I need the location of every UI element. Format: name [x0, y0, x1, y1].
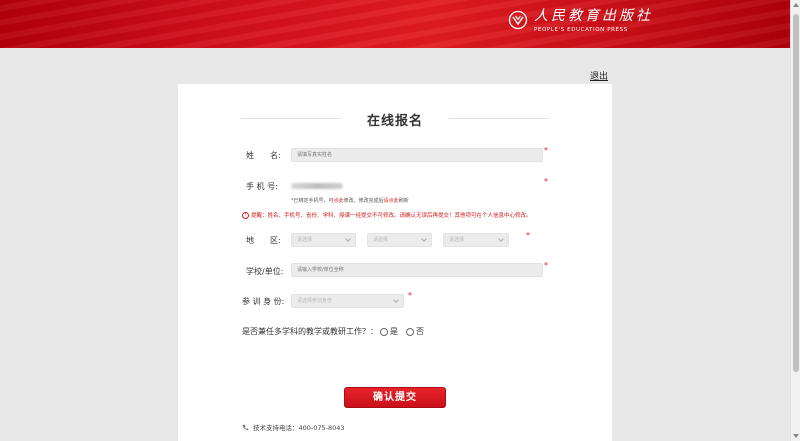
chevron-down-icon — [421, 236, 427, 242]
brand-name-cn: 人民教育出版社 — [534, 8, 653, 24]
radio-no-label: 否 — [416, 327, 424, 336]
chevron-down-icon — [498, 236, 504, 242]
press-logo-icon — [508, 10, 528, 30]
brand: 人民教育出版社 PEOPLE'S EDUCATION PRESS — [508, 8, 653, 40]
school-required-mark: * — [544, 261, 548, 270]
support-text: 技术支持电话：400-075-8043 — [253, 424, 345, 432]
chevron-down-icon — [393, 297, 399, 303]
radio-no[interactable] — [406, 328, 414, 336]
region-label: 地 区: — [246, 236, 281, 245]
multi-subject-question: 是否兼任多学科的教学或教研工作？： — [242, 327, 378, 336]
phone-value-masked — [291, 183, 343, 189]
logout-link[interactable]: 退出 — [590, 69, 608, 82]
scroll-down-arrow-icon[interactable] — [793, 434, 799, 438]
school-label: 学校/单位: — [246, 267, 284, 276]
refresh-link[interactable]: 请点此 — [384, 198, 399, 204]
scroll-up-arrow-icon[interactable] — [793, 3, 799, 7]
identity-label: 参 训 身 份: — [242, 297, 285, 306]
vertical-scrollbar[interactable] — [790, 0, 800, 441]
name-required-mark: * — [544, 146, 548, 155]
school-input[interactable] — [291, 263, 543, 277]
warning-notice: ! 提醒：姓名、手机号、省份、学科、授课一经提交不可修改。请确认无误后再提交！其他… — [242, 212, 548, 220]
region-required-mark: * — [526, 231, 530, 240]
submit-button[interactable]: 确认提交 — [344, 387, 446, 408]
title-row: 在线报名 — [241, 110, 549, 129]
header-banner: 人民教育出版社 PEOPLE'S EDUCATION PRESS — [0, 0, 790, 48]
warning-text: 提醒：姓名、手机号、省份、学科、授课一经提交不可修改。请确认无误后再提交！其他项… — [251, 213, 532, 219]
district-select[interactable]: 请选择 — [443, 233, 509, 247]
name-input[interactable] — [291, 148, 543, 162]
identity-select[interactable]: 请选择参训身份 — [291, 294, 404, 308]
phone-hint: *已绑定手机号，可点此修改。修改完成后请点此刷新 — [291, 198, 409, 204]
province-select[interactable]: 请选择 — [291, 233, 356, 247]
support-info: 技术支持电话：400-075-8043 — [242, 422, 345, 432]
edit-phone-link[interactable]: 点此 — [334, 198, 344, 204]
radio-yes[interactable] — [380, 328, 388, 336]
city-select[interactable]: 请选择 — [367, 233, 432, 247]
phone-required-mark: * — [544, 177, 548, 186]
scroll-thumb[interactable] — [793, 14, 799, 372]
warning-icon: ! — [242, 212, 249, 219]
radio-yes-label: 是 — [390, 327, 398, 336]
identity-required-mark: * — [408, 291, 412, 300]
title-divider-right — [449, 118, 549, 119]
phone-icon — [242, 424, 249, 431]
page-title: 在线报名 — [366, 114, 423, 129]
name-label: 姓 名: — [246, 151, 281, 160]
chevron-down-icon — [345, 236, 351, 242]
registration-card: 在线报名 姓 名: * 手 机 号: * *已绑定手机号，可点此修改。修改完成后… — [178, 84, 612, 441]
brand-name-en: PEOPLE'S EDUCATION PRESS — [534, 27, 628, 33]
phone-label: 手 机 号: — [246, 182, 278, 191]
